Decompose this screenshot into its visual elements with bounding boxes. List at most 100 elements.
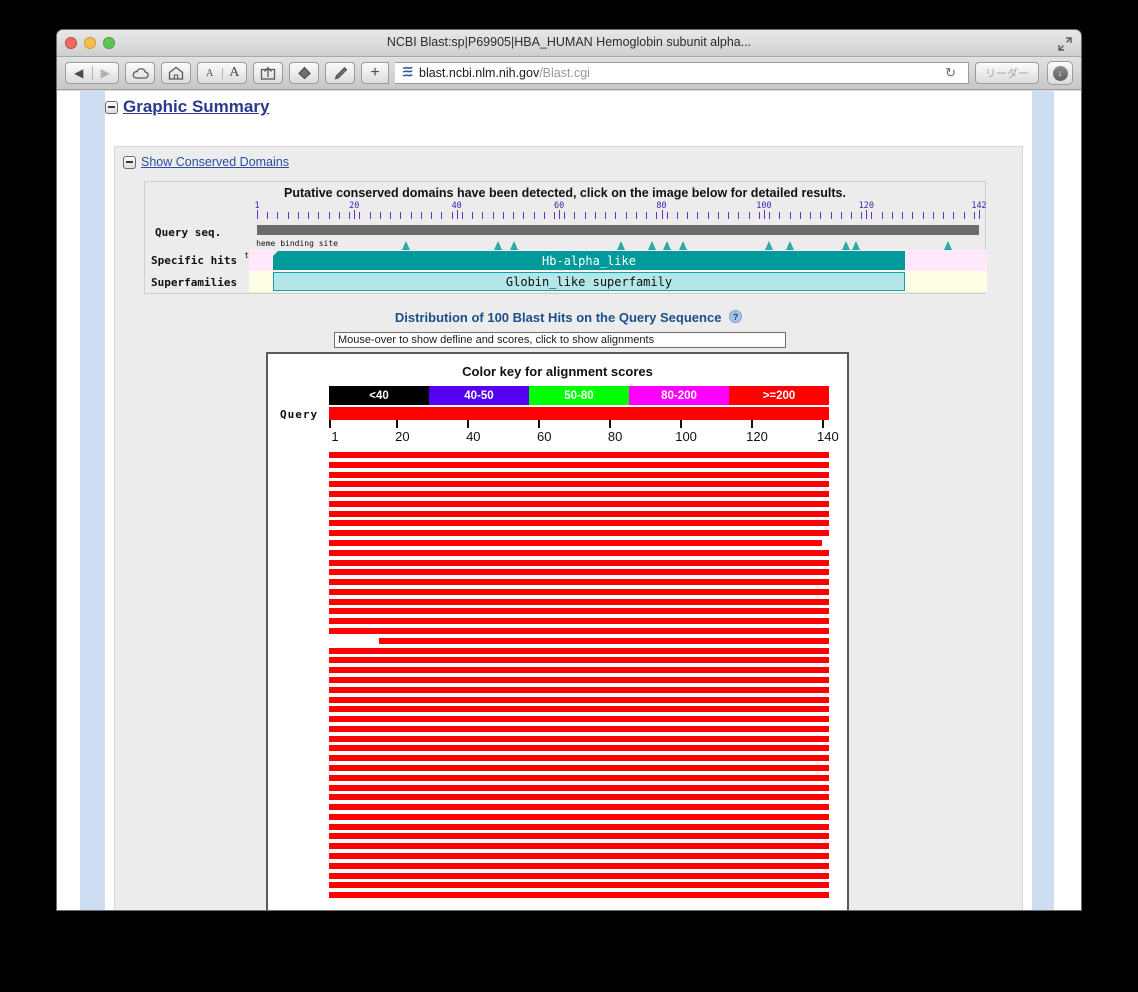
help-icon[interactable]: ?	[729, 310, 742, 323]
feature-marker-triangle-icon[interactable]	[842, 241, 850, 250]
hit-bar[interactable]	[329, 843, 829, 849]
hit-bar[interactable]	[329, 785, 829, 791]
hit-bar[interactable]	[329, 667, 829, 673]
hit-bar[interactable]	[329, 560, 829, 566]
axis-tick	[329, 420, 331, 428]
ruler-tick	[769, 212, 770, 219]
hit-bar[interactable]	[329, 853, 829, 859]
feature-marker-triangle-icon[interactable]	[765, 241, 773, 250]
hit-bar[interactable]	[379, 638, 829, 644]
hit-bar[interactable]	[329, 452, 829, 458]
ruler-tick	[380, 212, 381, 219]
hit-bar[interactable]	[329, 550, 829, 556]
feature-marker-triangle-icon[interactable]	[786, 241, 794, 250]
collapse-graphic-summary-icon[interactable]	[105, 101, 118, 114]
hit-bar[interactable]	[329, 589, 829, 595]
hit-bar[interactable]	[329, 716, 829, 722]
hit-bar[interactable]	[329, 657, 829, 663]
home-icon[interactable]	[161, 62, 191, 84]
downloads-button[interactable]: ↓	[1047, 61, 1073, 85]
ruler-tick	[738, 212, 739, 219]
hit-bar[interactable]	[329, 726, 829, 732]
hit-bar[interactable]	[329, 677, 829, 683]
ruler-tick-label: 80	[656, 201, 666, 211]
ruler-tick	[288, 212, 289, 219]
ruler-tick	[349, 212, 350, 219]
hit-bar[interactable]	[329, 472, 829, 478]
conserved-domains-image[interactable]: Putative conserved domains have been det…	[144, 181, 986, 294]
hit-bar[interactable]	[329, 628, 829, 634]
back-icon[interactable]: ◀	[66, 66, 93, 80]
hit-bar[interactable]	[329, 462, 829, 468]
nav-buttons[interactable]: ◀ ▶	[65, 62, 119, 84]
graphic-summary-header: Graphic Summary	[105, 97, 269, 117]
highlight-pen-icon[interactable]	[325, 62, 355, 84]
hit-bar[interactable]	[329, 687, 829, 693]
hit-bar[interactable]	[329, 794, 829, 800]
new-tab-button[interactable]: +	[361, 62, 389, 84]
forward-icon[interactable]: ▶	[93, 66, 119, 80]
feature-marker-triangle-icon[interactable]	[648, 241, 656, 250]
hit-bar[interactable]	[329, 824, 829, 830]
feature-marker-triangle-icon[interactable]	[679, 241, 687, 250]
hit-bar[interactable]	[329, 892, 829, 898]
share-icon[interactable]	[253, 62, 283, 84]
hit-bar[interactable]	[329, 697, 829, 703]
hit-bar[interactable]	[329, 540, 822, 546]
fullscreen-icon[interactable]	[1058, 37, 1072, 51]
domain-bar-globin-like-superfamily[interactable]: Globin_like superfamily	[273, 272, 905, 291]
feature-marker-triangle-icon[interactable]	[944, 241, 952, 250]
hit-bar[interactable]	[329, 501, 829, 507]
hit-bar[interactable]	[329, 804, 829, 810]
text-smaller-button[interactable]: A	[198, 68, 223, 79]
address-bar[interactable]: blast.ncbi.nlm.nih.gov /Blast.cgi ↻	[395, 62, 969, 84]
ruler-tick	[441, 212, 442, 219]
hit-bar[interactable]	[329, 706, 829, 712]
hit-bar[interactable]	[329, 511, 829, 517]
hit-bar[interactable]	[329, 491, 829, 497]
hit-bar[interactable]	[329, 608, 829, 614]
hit-bar[interactable]	[329, 833, 829, 839]
domain-bar-hb-alpha-like[interactable]: Hb-alpha_like	[273, 251, 905, 270]
hit-bar[interactable]	[329, 569, 829, 575]
hit-bar[interactable]	[329, 863, 829, 869]
feature-marker-triangle-icon[interactable]	[402, 241, 410, 250]
feature-marker-triangle-icon[interactable]	[617, 241, 625, 250]
reader-button[interactable]: リーダー	[975, 62, 1039, 84]
hit-bar[interactable]	[329, 599, 829, 605]
ruler-tick	[912, 212, 913, 219]
hit-bar[interactable]	[329, 736, 829, 742]
query-reference-bar[interactable]	[329, 407, 829, 420]
blast-hits-graph[interactable]: Color key for alignment scores <4040-505…	[266, 352, 849, 910]
distribution-title: Distribution of 100 Blast Hits on the Qu…	[115, 310, 1022, 325]
clear-icon[interactable]	[289, 62, 319, 84]
hit-bar[interactable]	[329, 882, 829, 888]
ruler-tick	[646, 212, 647, 219]
feature-marker-triangle-icon[interactable]	[510, 241, 518, 250]
hit-bar[interactable]	[329, 530, 829, 536]
hit-bar[interactable]	[329, 648, 829, 654]
ruler-tick	[831, 212, 832, 219]
feature-marker-triangle-icon[interactable]	[852, 241, 860, 250]
hit-bar[interactable]	[329, 745, 829, 751]
hit-bar[interactable]	[329, 579, 829, 585]
hit-bar[interactable]	[329, 765, 829, 771]
icloud-icon[interactable]	[125, 62, 155, 84]
hit-bar[interactable]	[329, 618, 829, 624]
show-conserved-domains-toggle[interactable]: Show Conserved Domains	[123, 155, 289, 169]
reload-icon[interactable]: ↻	[937, 65, 964, 81]
hit-bar[interactable]	[329, 520, 829, 526]
hit-bar[interactable]	[329, 814, 829, 820]
text-larger-button[interactable]: A	[223, 65, 247, 81]
hit-bars-container[interactable]	[329, 452, 833, 910]
feature-marker-triangle-icon[interactable]	[494, 241, 502, 250]
feature-marker-triangle-icon[interactable]	[663, 241, 671, 250]
show-conserved-domains-label[interactable]: Show Conserved Domains	[141, 155, 289, 169]
hit-bar[interactable]	[329, 873, 829, 879]
hit-bar[interactable]	[329, 775, 829, 781]
hit-bar[interactable]	[329, 755, 829, 761]
page-title[interactable]: Graphic Summary	[123, 97, 269, 117]
collapse-conserved-domains-icon[interactable]	[123, 156, 136, 169]
text-size-buttons[interactable]: A A	[197, 62, 247, 84]
hit-bar[interactable]	[329, 481, 829, 487]
